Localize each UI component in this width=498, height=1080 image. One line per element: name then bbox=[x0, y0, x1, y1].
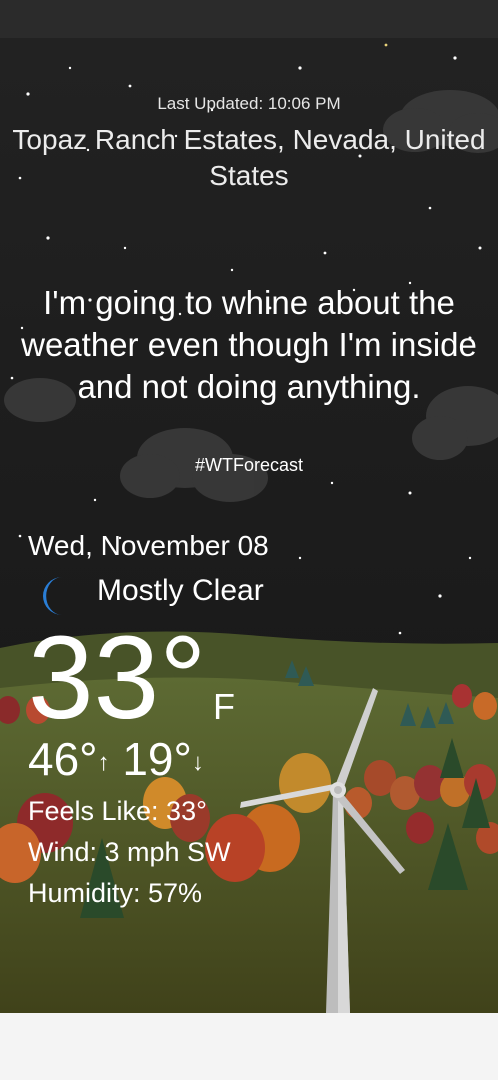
condition-text: Mostly Clear bbox=[97, 574, 264, 607]
current-date: Wed, November 08 bbox=[28, 530, 269, 561]
hashtag-text[interactable]: #WTForecast bbox=[0, 455, 498, 476]
location-text[interactable]: Topaz Ranch Estates, Nevada, United Stat… bbox=[0, 122, 498, 194]
wind-text: Wind: 3 mph SW bbox=[28, 837, 231, 867]
forecast-quip: I'm going to whine about the weather eve… bbox=[21, 284, 477, 405]
current-temperature: 33° bbox=[28, 612, 207, 744]
last-updated-text: Last Updated: 10:06 PM bbox=[157, 94, 341, 113]
low-temperature: 19° bbox=[122, 733, 192, 785]
humidity-text: Humidity: 57% bbox=[28, 878, 203, 908]
arrow-up-icon: ↑ bbox=[97, 748, 110, 776]
bottom-bar bbox=[0, 1013, 498, 1080]
high-low-temperature: 46°↑ 19°↓ bbox=[28, 732, 204, 786]
feels-like-text: Feels Like: 33° bbox=[28, 796, 207, 826]
temperature-unit[interactable]: F bbox=[213, 686, 235, 728]
arrow-down-icon: ↓ bbox=[191, 748, 204, 776]
status-bar bbox=[0, 0, 498, 38]
high-temperature: 46° bbox=[28, 733, 98, 785]
